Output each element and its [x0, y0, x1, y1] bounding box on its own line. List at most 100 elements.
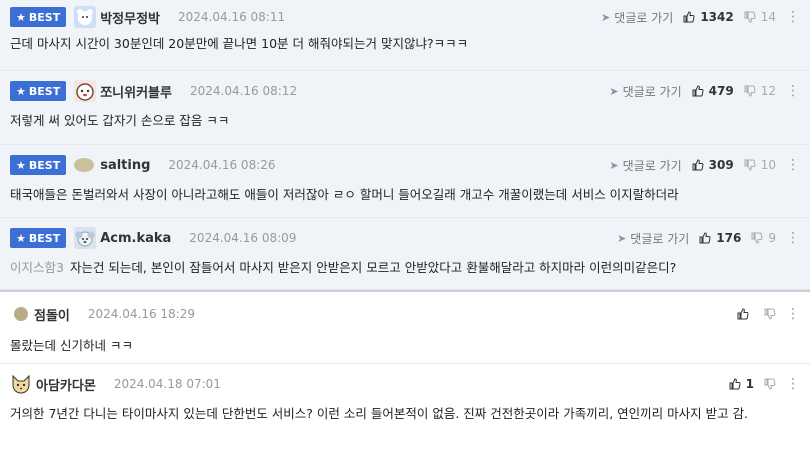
- dislike-button[interactable]: [764, 308, 776, 320]
- more-options-icon[interactable]: ⋮: [786, 83, 800, 99]
- reply-arrow-icon: ➤: [609, 158, 619, 172]
- comment-item: ★ BEST 박정무정박 2024.04.16 08:11 ➤ 댓글로 가기 134…: [0, 0, 810, 71]
- go-to-reply-link[interactable]: ➤ 댓글로 가기: [609, 83, 681, 100]
- more-options-icon[interactable]: ⋮: [786, 9, 800, 25]
- star-icon: ★: [16, 84, 26, 98]
- comment-header: ★ BEST 박정무정박 2024.04.16 08:11 ➤ 댓글로 가기 134…: [10, 0, 800, 34]
- comment-item: 점돌이 2024.04.16 18:29 ⋮ 몰랐는데 신기하네 ㅋㅋ: [0, 292, 810, 364]
- nickname[interactable]: 박정무정박: [100, 8, 160, 27]
- dislike-button[interactable]: 9: [751, 231, 776, 245]
- comment-item: ★ BEST 쪼니위커블루 2024.04.16 08:12 ➤ 댓글로 가기 47…: [0, 71, 810, 145]
- thumb-down-icon: [744, 11, 756, 23]
- reply-arrow-icon: ➤: [609, 84, 619, 98]
- comment-item: ★ BEST Acm.kaka 2024.04.16 08:09 ➤ 댓글로 가기 …: [0, 218, 810, 290]
- star-icon: ★: [16, 10, 26, 24]
- nickname[interactable]: Acm.kaka: [100, 231, 171, 246]
- like-count: 176: [716, 231, 742, 245]
- thumb-up-icon: [692, 85, 704, 97]
- koala-avatar[interactable]: [74, 227, 97, 249]
- nickname[interactable]: 아담카다몬: [36, 375, 96, 394]
- thumb-up-icon: [692, 159, 704, 171]
- comment-actions: ➤ 댓글로 가기 176 9 ⋮: [617, 230, 800, 247]
- dislike-button[interactable]: [764, 378, 776, 390]
- best-badge-label: BEST: [28, 231, 61, 245]
- comment-header: ★ BEST 쪼니위커블루 2024.04.16 08:12 ➤ 댓글로 가기 47…: [10, 71, 800, 111]
- like-button[interactable]: [737, 308, 754, 320]
- more-options-icon[interactable]: ⋮: [786, 306, 800, 322]
- fox-avatar[interactable]: [10, 373, 32, 395]
- more-options-icon[interactable]: ⋮: [786, 376, 800, 392]
- best-badge: ★ BEST: [10, 7, 67, 27]
- like-button[interactable]: 1342: [683, 10, 734, 24]
- reply-label: 댓글로 가기: [614, 10, 674, 25]
- like-count: 479: [708, 84, 734, 98]
- thumb-up-icon: [729, 378, 741, 390]
- best-badge-label: BEST: [28, 84, 61, 98]
- comment-text: 근데 마사지 시간이 30분인데 20분만에 끝나면 10분 더 해줘야되는거 …: [10, 36, 469, 51]
- comment-header: ★ BEST Acm.kaka 2024.04.16 08:09 ➤ 댓글로 가기 …: [10, 218, 800, 258]
- star-icon: ★: [16, 158, 26, 172]
- thumb-up-icon: [737, 308, 749, 320]
- dislike-button[interactable]: 14: [744, 10, 776, 24]
- comment-date: 2024.04.16 08:12: [189, 84, 298, 98]
- comment-header: 아담카다몬 2024.04.18 07:01 1 ⋮: [10, 364, 800, 404]
- like-button[interactable]: 176: [699, 231, 741, 245]
- dislike-button[interactable]: 12: [744, 84, 776, 98]
- bear-avatar[interactable]: [74, 6, 97, 28]
- like-button[interactable]: 309: [692, 158, 734, 172]
- comment-date: 2024.04.18 07:01: [113, 377, 221, 391]
- reply-label: 댓글로 가기: [622, 84, 682, 99]
- thumb-up-icon: [699, 232, 711, 244]
- thumb-down-icon: [764, 308, 776, 320]
- dislike-count: 9: [768, 231, 776, 245]
- more-options-icon[interactable]: ⋮: [786, 157, 800, 173]
- comment-date: 2024.04.16 08:09: [189, 231, 297, 245]
- comment-text: 거의한 7년간 다니는 타이마사지 있는데 단한번도 서비스? 이런 소리 들어…: [10, 406, 749, 421]
- like-button[interactable]: 1: [729, 377, 754, 391]
- go-to-reply-link[interactable]: ➤ 댓글로 가기: [601, 9, 673, 26]
- best-badge: ★ BEST: [10, 81, 67, 101]
- best-badge-label: BEST: [28, 158, 61, 172]
- like-count: 309: [708, 158, 734, 172]
- reply-arrow-icon: ➤: [617, 231, 627, 245]
- comment-date: 2024.04.16 18:29: [87, 307, 195, 321]
- go-to-reply-link[interactable]: ➤ 댓글로 가기: [617, 230, 689, 247]
- best-badge: ★ BEST: [10, 155, 67, 175]
- stone-avatar[interactable]: [14, 307, 28, 321]
- reply-label: 댓글로 가기: [630, 231, 690, 246]
- comment-item: 아담카다몬 2024.04.18 07:01 1 ⋮ 거의한 7년간 다니는 타…: [0, 364, 810, 461]
- like-count: 1: [745, 377, 754, 391]
- like-button[interactable]: 479: [692, 84, 734, 98]
- thumb-down-icon: [764, 378, 776, 390]
- comment-actions: ➤ 댓글로 가기 1342 14 ⋮: [601, 9, 800, 26]
- dislike-count: 12: [760, 84, 776, 98]
- star-icon: ★: [16, 231, 26, 245]
- nickname[interactable]: 점돌이: [34, 305, 70, 324]
- go-to-reply-link[interactable]: ➤ 댓글로 가기: [609, 157, 681, 174]
- more-options-icon[interactable]: ⋮: [786, 230, 800, 246]
- nickname[interactable]: 쪼니위커블루: [100, 82, 172, 101]
- comment-text: 이지스함3 자는건 되는데, 본인이 잠들어서 마사지 받은지 안받은지 모르고 …: [10, 258, 800, 289]
- comment-text-content: 자는건 되는데, 본인이 잠들어서 마사지 받은지 안받은지 모르고 안받았다고…: [69, 260, 677, 275]
- dog-avatar[interactable]: [74, 80, 97, 102]
- nickname[interactable]: salting: [100, 158, 150, 173]
- like-count: 1342: [700, 10, 734, 24]
- comment-text: 태국애들은 돈벌러와서 사장이 아니라고해도 애들이 저러잖아 ㄹㅇ 할머니 들…: [10, 187, 679, 202]
- mention-nickname[interactable]: 이지스함3: [10, 260, 64, 275]
- dislike-button[interactable]: 10: [744, 158, 776, 172]
- comment-text: 저렇게 써 있어도 갑자기 손으로 잡음 ㅋㅋ: [10, 113, 230, 128]
- comment-header: 점돌이 2024.04.16 18:29 ⋮: [10, 292, 800, 336]
- thumb-down-icon: [744, 85, 756, 97]
- comment-date: 2024.04.16 08:11: [178, 10, 286, 24]
- best-badge: ★ BEST: [10, 228, 67, 248]
- best-badge-label: BEST: [28, 10, 61, 24]
- dislike-count: 14: [760, 10, 776, 24]
- comment-actions: ➤ 댓글로 가기 309 10 ⋮: [609, 157, 800, 174]
- comment-text: 몰랐는데 신기하네 ㅋㅋ: [10, 338, 133, 353]
- comment-date: 2024.04.16 08:26: [168, 158, 276, 172]
- stone-avatar[interactable]: [74, 158, 95, 172]
- comment-item: ★ BEST salting 2024.04.16 08:26 ➤ 댓글로 가기 3…: [0, 145, 810, 218]
- reply-arrow-icon: ➤: [601, 10, 611, 24]
- comment-actions: 1 ⋮: [729, 376, 800, 392]
- thumb-down-icon: [744, 159, 756, 171]
